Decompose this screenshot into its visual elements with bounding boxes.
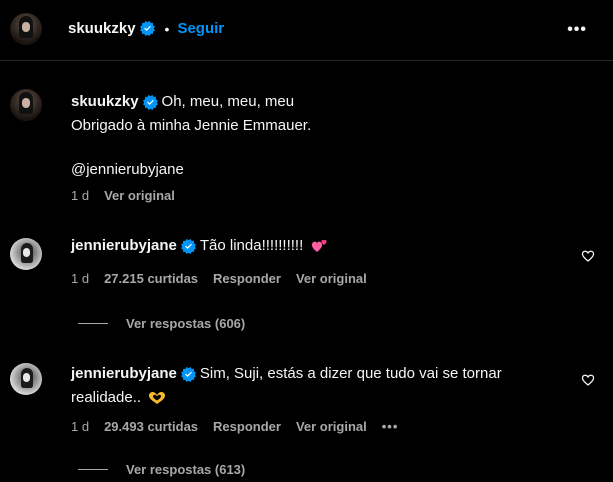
comment-1-meta: 1 d 27.215 curtidas Responder Ver origin… bbox=[71, 271, 382, 286]
replies-divider bbox=[78, 469, 108, 470]
verified-badge-icon bbox=[180, 238, 196, 254]
comment-1-username[interactable]: jennierubyjane bbox=[71, 234, 177, 258]
follow-button[interactable]: Seguir bbox=[177, 20, 224, 37]
comment-2-time[interactable]: 1 d bbox=[71, 419, 89, 434]
caption-line-1: Oh, meu, meu, meu bbox=[161, 93, 295, 110]
caption-username[interactable]: skuukzky bbox=[71, 90, 139, 114]
post-header: skuukzky • Seguir ••• bbox=[0, 0, 613, 61]
comment-1-translate-link[interactable]: Ver original bbox=[296, 271, 367, 286]
comment-2-text-line-1: Sim, Suji, estás a dizer que tudo vai se… bbox=[199, 365, 502, 382]
comment-2-body: jennierubyjane Sim, Suji, estás a dizer … bbox=[71, 362, 502, 410]
comment-1-text: Tão linda!!!!!!!!!! bbox=[199, 237, 304, 254]
header-user: skuukzky • Seguir bbox=[68, 20, 224, 37]
comment-2-likes[interactable]: 29.493 curtidas bbox=[104, 419, 198, 434]
comment-2-view-replies-label[interactable]: Ver respostas (613) bbox=[126, 462, 245, 477]
heart-hands-icon bbox=[149, 392, 166, 404]
comment-2-username[interactable]: jennierubyjane bbox=[71, 362, 177, 386]
comment-1-reply-button[interactable]: Responder bbox=[213, 271, 281, 286]
comment-1-avatar[interactable] bbox=[10, 238, 42, 270]
like-heart-icon[interactable] bbox=[581, 373, 595, 387]
caption-mention[interactable]: @jennierubyjane bbox=[71, 158, 311, 182]
comment-1-view-replies-label[interactable]: Ver respostas (606) bbox=[126, 316, 245, 331]
comment-2-reply-button[interactable]: Responder bbox=[213, 419, 281, 434]
verified-badge-icon bbox=[142, 94, 158, 110]
comment-2-meta: 1 d 29.493 curtidas Responder Ver origin… bbox=[71, 419, 413, 434]
two-hearts-icon bbox=[312, 239, 327, 252]
separator-dot: • bbox=[164, 20, 170, 37]
comment-1-time[interactable]: 1 d bbox=[71, 271, 89, 286]
caption-meta: 1 d Ver original bbox=[71, 188, 190, 203]
comment-1-body: jennierubyjane Tão linda!!!!!!!!!! bbox=[71, 234, 329, 258]
comment-2-view-replies[interactable]: Ver respostas (613) bbox=[78, 462, 245, 477]
like-heart-icon[interactable] bbox=[581, 249, 595, 263]
comment-2-translate-link[interactable]: Ver original bbox=[296, 419, 367, 434]
comment-1-likes[interactable]: 27.215 curtidas bbox=[104, 271, 198, 286]
header-username[interactable]: skuukzky bbox=[68, 20, 136, 37]
user-avatar[interactable] bbox=[10, 13, 42, 45]
comment-1-view-replies[interactable]: Ver respostas (606) bbox=[78, 316, 245, 331]
caption-body: skuukzky Oh, meu, meu, meu Obrigado à mi… bbox=[71, 90, 311, 182]
more-options-icon[interactable]: ••• bbox=[567, 21, 587, 39]
replies-divider bbox=[78, 323, 108, 324]
caption-avatar[interactable] bbox=[10, 89, 42, 121]
verified-badge-icon bbox=[180, 366, 196, 382]
caption-translate-link[interactable]: Ver original bbox=[104, 188, 175, 203]
comment-2-text-line-2: realidade.. bbox=[71, 389, 142, 406]
verified-badge-icon bbox=[139, 21, 155, 36]
caption-time[interactable]: 1 d bbox=[71, 188, 89, 203]
comment-2-more-icon[interactable]: ••• bbox=[382, 419, 399, 434]
comment-2-avatar[interactable] bbox=[10, 363, 42, 395]
caption-line-2: Obrigado à minha Jennie Emmauer. bbox=[71, 117, 312, 134]
